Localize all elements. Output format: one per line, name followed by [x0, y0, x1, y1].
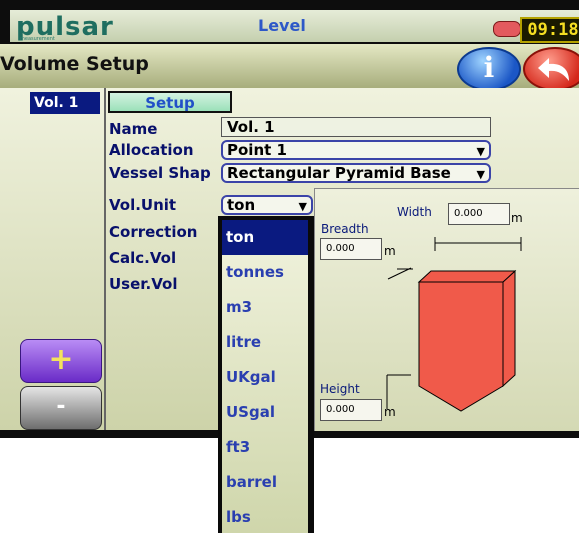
name-label: Name: [109, 120, 158, 138]
info-icon: i: [483, 51, 495, 84]
add-volume-button[interactable]: +: [20, 339, 102, 383]
allocation-value: Point 1: [227, 141, 287, 159]
vessel-front-face: [418, 281, 504, 412]
vol-unit-label: Vol.Unit: [109, 196, 177, 214]
vol-unit-select[interactable]: ton ▼: [221, 195, 313, 215]
title-bar: pulsar measurement Level 09:18: [10, 10, 579, 43]
status-led-icon: [493, 21, 521, 37]
back-button[interactable]: [523, 47, 579, 91]
info-button[interactable]: i: [457, 47, 521, 91]
undo-arrow-icon: [538, 58, 569, 81]
chevron-down-icon: ▼: [298, 200, 307, 213]
vessel-diagram: Width 0.000 m Breadth 0.000 m Height 0.0…: [314, 188, 579, 431]
dropdown-option[interactable]: UKgal: [222, 360, 308, 395]
page-header: Volume Setup i: [0, 44, 579, 91]
dropdown-option[interactable]: ft3: [222, 430, 308, 465]
dropdown-option[interactable]: tonnes: [222, 255, 308, 290]
vessel-top-face: [417, 270, 517, 283]
tab-setup[interactable]: Setup: [108, 91, 232, 113]
vessel-side-face: [502, 269, 516, 388]
dropdown-option[interactable]: USgal: [222, 395, 308, 430]
vessel-drawing: [386, 237, 522, 412]
dropdown-option[interactable]: m3: [222, 290, 308, 325]
dropdown-option[interactable]: barrel: [222, 465, 308, 500]
vessel-shape-value: Rectangular Pyramid Base: [227, 164, 451, 182]
dropdown-option[interactable]: litre: [222, 325, 308, 360]
volume-sidebar: Vol. 1 + -: [0, 88, 106, 430]
allocation-label: Allocation: [109, 141, 194, 159]
dropdown-option[interactable]: lbs: [222, 500, 308, 535]
vessel-shape-select[interactable]: Rectangular Pyramid Base ▼: [221, 163, 491, 183]
vol-unit-dropdown: ton tonnes m3 litre UKgal USgal ft3 barrel lbs: [218, 216, 314, 533]
breadth-dimension-line: [387, 267, 412, 280]
mode-title: Level: [258, 16, 306, 35]
allocation-select[interactable]: Point 1 ▼: [221, 140, 491, 160]
chevron-down-icon: ▼: [476, 168, 485, 181]
chevron-down-icon: ▼: [476, 145, 485, 158]
sidebar-item-vol-1[interactable]: Vol. 1: [30, 92, 100, 114]
remove-volume-button[interactable]: -: [20, 386, 102, 430]
vol-unit-value: ton: [227, 196, 256, 214]
dropdown-option[interactable]: ton: [222, 220, 308, 255]
name-field[interactable]: Vol. 1: [221, 117, 491, 137]
clock-display: 09:18: [520, 17, 579, 43]
vessel-shape-label: Vessel Shap: [109, 164, 211, 182]
user-vol-label: User.Vol: [109, 275, 178, 293]
page-title: Volume Setup: [0, 53, 149, 75]
vol-unit-option-list: ton tonnes m3 litre UKgal USgal ft3 barrel lbs: [222, 220, 308, 533]
calc-vol-label: Calc.Vol: [109, 249, 177, 267]
correction-label: Correction: [109, 223, 198, 241]
logo-tagline: measurement: [20, 36, 55, 42]
